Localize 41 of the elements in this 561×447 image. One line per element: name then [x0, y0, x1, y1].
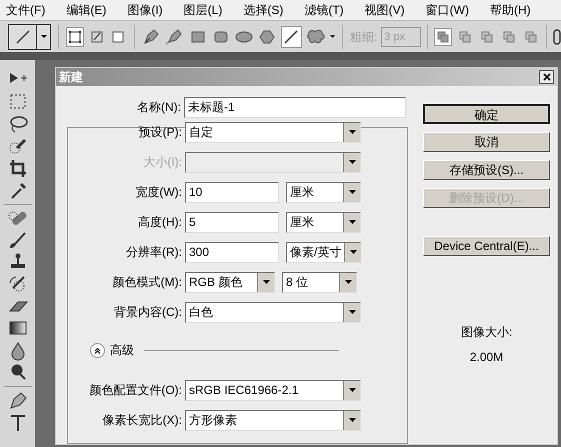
- field-label: 预设(P):: [138, 124, 183, 141]
- menu-item[interactable]: 帮助(H): [490, 1, 531, 19]
- dialog-button[interactable]: 确定: [423, 104, 550, 124]
- dropdown[interactable]: 自定: [185, 122, 361, 142]
- dropdown[interactable]: 像素/英寸: [286, 242, 361, 262]
- field-label: 大小(I):: [142, 154, 183, 171]
- field-label: 像素长宽比(X):: [102, 412, 183, 429]
- section-label: 高级: [110, 342, 134, 359]
- input-field[interactable]: 300: [185, 242, 279, 262]
- image-size-value: 2.00M: [470, 349, 504, 366]
- dropdown[interactable]: RGB 颜色: [185, 272, 275, 292]
- menu-item[interactable]: 视图(V): [364, 1, 405, 19]
- menu-item[interactable]: 窗口(W): [426, 1, 469, 19]
- dropdown[interactable]: 厘米: [286, 182, 361, 202]
- dialog-button[interactable]: Device Central(E)...: [423, 236, 550, 256]
- menu-item[interactable]: 选择(S): [243, 1, 284, 19]
- input-field[interactable]: 10: [185, 182, 279, 202]
- dialog-button[interactable]: 存储预设(S)...: [423, 160, 550, 180]
- input-field[interactable]: 5: [185, 212, 279, 232]
- field-label: 宽度(W):: [134, 184, 183, 201]
- dropdown[interactable]: 白色: [185, 302, 361, 322]
- dropdown[interactable]: 方形像素: [185, 410, 361, 430]
- dropdown[interactable]: 8 位: [282, 272, 357, 292]
- dropdown[interactable]: sRGB IEC61966-2.1: [185, 380, 361, 400]
- field-label: 名称(N):: [136, 99, 182, 116]
- field-label: 颜色配置文件(O):: [88, 382, 183, 399]
- field-label: 分辨率(R):: [125, 244, 183, 261]
- image-size-label: 图像大小:: [460, 324, 512, 341]
- dropdown[interactable]: 厘米: [286, 212, 361, 232]
- weight-label: 粗细:: [350, 28, 378, 46]
- field-label: 高度(H):: [137, 214, 183, 231]
- field-label: 颜色模式(M):: [112, 274, 183, 291]
- dialog-button[interactable]: 取消: [423, 132, 550, 152]
- menu-item[interactable]: 文件(F): [6, 1, 46, 19]
- input-field[interactable]: 未标题-1: [184, 96, 406, 118]
- menu-item[interactable]: 图像(I): [127, 1, 163, 19]
- dialog-title: 新建: [59, 69, 83, 86]
- menu-item[interactable]: 编辑(E): [66, 1, 106, 19]
- field-label: 背景内容(C):: [113, 304, 183, 321]
- menu-item[interactable]: 滤镜(T): [304, 1, 344, 19]
- menu-item[interactable]: 图层(L): [184, 1, 222, 19]
